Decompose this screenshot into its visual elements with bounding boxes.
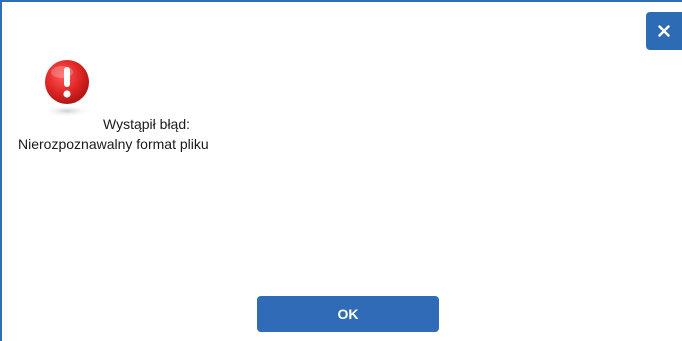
error-icon [40,58,96,118]
close-icon [658,25,670,37]
error-message: Wystąpił błąd: Nierozpoznawalny format p… [18,114,278,154]
ok-button[interactable]: OK [257,296,439,332]
dialog-frame [0,0,682,341]
error-title: Wystąpił błąd: [103,116,191,132]
error-dialog: Wystąpił błąd: Nierozpoznawalny format p… [0,0,682,341]
close-button[interactable] [646,12,682,50]
error-detail: Nierozpoznawalny format pliku [18,136,209,152]
